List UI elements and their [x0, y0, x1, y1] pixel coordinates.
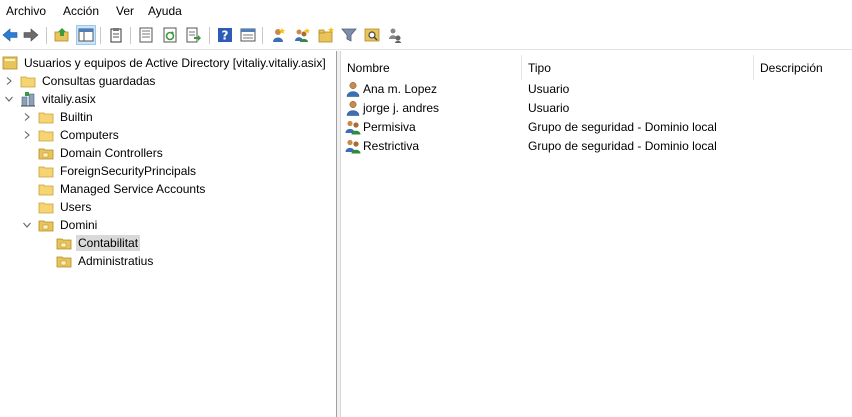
refresh-icon[interactable] — [161, 26, 179, 44]
properties-icon[interactable] — [137, 26, 155, 44]
tree-item-builtin[interactable]: Builtin — [21, 108, 95, 126]
tree-item-domain-controllers[interactable]: Domain Controllers — [38, 144, 165, 162]
tree-item-computers[interactable]: Computers — [21, 126, 121, 144]
ou-icon — [38, 217, 54, 233]
find-icon[interactable] — [363, 26, 381, 44]
toolbar-separator — [46, 27, 47, 44]
row-type: Grupo de seguridad - Dominio local — [528, 119, 717, 134]
tree-item-label: Builtin — [60, 110, 93, 124]
row-name: Ana m. Lopez — [363, 81, 438, 96]
folder-icon — [38, 109, 54, 125]
delegate-icon[interactable] — [386, 26, 404, 44]
tree-item-label: Administratius — [78, 254, 154, 268]
row-name: jorge j. andres — [363, 100, 440, 115]
tree-item-label: Domini — [60, 218, 98, 232]
chevron-down-icon[interactable] — [21, 219, 33, 231]
tree-item-users[interactable]: Users — [38, 198, 93, 216]
tree-root-label: Usuarios y equipos de Active Directory [… — [24, 56, 326, 70]
forward-icon[interactable] — [22, 26, 40, 44]
toolbar-separator — [209, 27, 210, 44]
console-tree: Usuarios y equipos de Active Directory [… — [0, 51, 336, 417]
help-icon[interactable]: ? — [216, 26, 234, 44]
list-row[interactable]: Permisiva Grupo de seguridad - Dominio l… — [341, 117, 852, 136]
ou-icon — [38, 145, 54, 161]
list-row[interactable]: Restrictiva Grupo de seguridad - Dominio… — [341, 136, 852, 155]
chevron-down-icon[interactable] — [3, 93, 15, 105]
view-icon[interactable] — [239, 26, 257, 44]
tree-item-label: Consultas guardadas — [42, 74, 156, 88]
name-cell: Restrictiva — [345, 136, 419, 155]
column-header-nombre[interactable]: Nombre — [341, 55, 522, 80]
tree-item-saved-queries[interactable]: Consultas guardadas — [3, 72, 157, 90]
row-type: Grupo de seguridad - Dominio local — [528, 138, 717, 153]
tree-item-label: Managed Service Accounts — [60, 182, 206, 196]
tree-item-label: Contabilitat — [76, 235, 141, 251]
ou-icon — [56, 235, 72, 251]
chevron-right-icon[interactable] — [21, 111, 33, 123]
back-icon[interactable] — [1, 26, 19, 44]
menu-accion[interactable]: Acción — [63, 4, 99, 18]
list-header: Nombre Tipo Descripción — [341, 55, 852, 80]
menu-ayuda[interactable]: Ayuda — [148, 4, 182, 18]
user-icon — [346, 81, 360, 97]
toolbar-separator — [130, 27, 131, 44]
tree-item-label: Domain Controllers — [60, 146, 163, 160]
chevron-right-icon[interactable] — [21, 129, 33, 141]
ou-icon — [56, 253, 72, 269]
name-cell: jorge j. andres — [345, 98, 439, 117]
row-name: Permisiva — [363, 119, 416, 134]
toolbar-separator — [262, 27, 263, 44]
tree-item-label: Users — [60, 200, 92, 214]
tree-root[interactable]: Usuarios y equipos de Active Directory [… — [2, 54, 328, 72]
clipboard-icon[interactable] — [107, 26, 125, 44]
up-folder-icon[interactable] — [53, 26, 71, 44]
list-row[interactable]: jorge j. andres Usuario — [341, 98, 852, 117]
row-type: Usuario — [528, 100, 570, 115]
folder-icon — [20, 73, 36, 89]
folder-icon — [38, 181, 54, 197]
folder-icon — [38, 163, 54, 179]
chevron-right-icon[interactable] — [3, 75, 15, 87]
toolbar-separator — [100, 27, 101, 44]
new-user-icon[interactable] — [269, 26, 287, 44]
user-icon — [346, 100, 360, 116]
tree-item-administratius[interactable]: Administratius — [56, 252, 155, 270]
details-list: Nombre Tipo Descripción Ana m. Lopez Usu… — [341, 51, 852, 417]
new-ou-icon[interactable] — [317, 26, 335, 44]
tree-item-label: Computers — [60, 128, 119, 142]
menu-ver[interactable]: Ver — [116, 4, 134, 18]
column-header-tipo[interactable]: Tipo — [522, 55, 754, 80]
tree-item-domini[interactable]: Domini — [21, 216, 99, 234]
svg-text:?: ? — [222, 29, 229, 43]
row-type: Usuario — [528, 81, 570, 96]
group-icon — [345, 120, 361, 134]
filter-icon[interactable] — [340, 26, 358, 44]
folder-icon — [38, 127, 54, 143]
console-tree-icon[interactable] — [76, 25, 96, 45]
toolbar: ? — [0, 22, 852, 50]
export-list-icon[interactable] — [185, 26, 203, 44]
list-row[interactable]: Ana m. Lopez Usuario — [341, 79, 852, 98]
tree-item-contabilitat[interactable]: Contabilitat — [56, 234, 141, 252]
folder-icon — [38, 199, 54, 215]
domain-icon — [20, 91, 36, 107]
name-cell: Ana m. Lopez — [345, 79, 437, 98]
ad-snapin-icon — [2, 55, 18, 71]
tree-item-foreign-security-principals[interactable]: ForeignSecurityPrincipals — [38, 162, 198, 180]
tree-item-label: ForeignSecurityPrincipals — [60, 164, 197, 178]
tree-item-label: vitaliy.asix — [42, 92, 96, 106]
new-group-icon[interactable] — [293, 26, 311, 44]
group-icon — [345, 139, 361, 153]
name-cell: Permisiva — [345, 117, 416, 136]
menu-bar: Archivo Acción Ver Ayuda — [0, 0, 852, 22]
column-header-descripcion[interactable]: Descripción — [754, 55, 852, 80]
tree-item-managed-service-accounts[interactable]: Managed Service Accounts — [38, 180, 207, 198]
menu-archivo[interactable]: Archivo — [6, 4, 46, 18]
tree-item-domain[interactable]: vitaliy.asix — [3, 90, 98, 108]
row-name: Restrictiva — [363, 138, 420, 153]
